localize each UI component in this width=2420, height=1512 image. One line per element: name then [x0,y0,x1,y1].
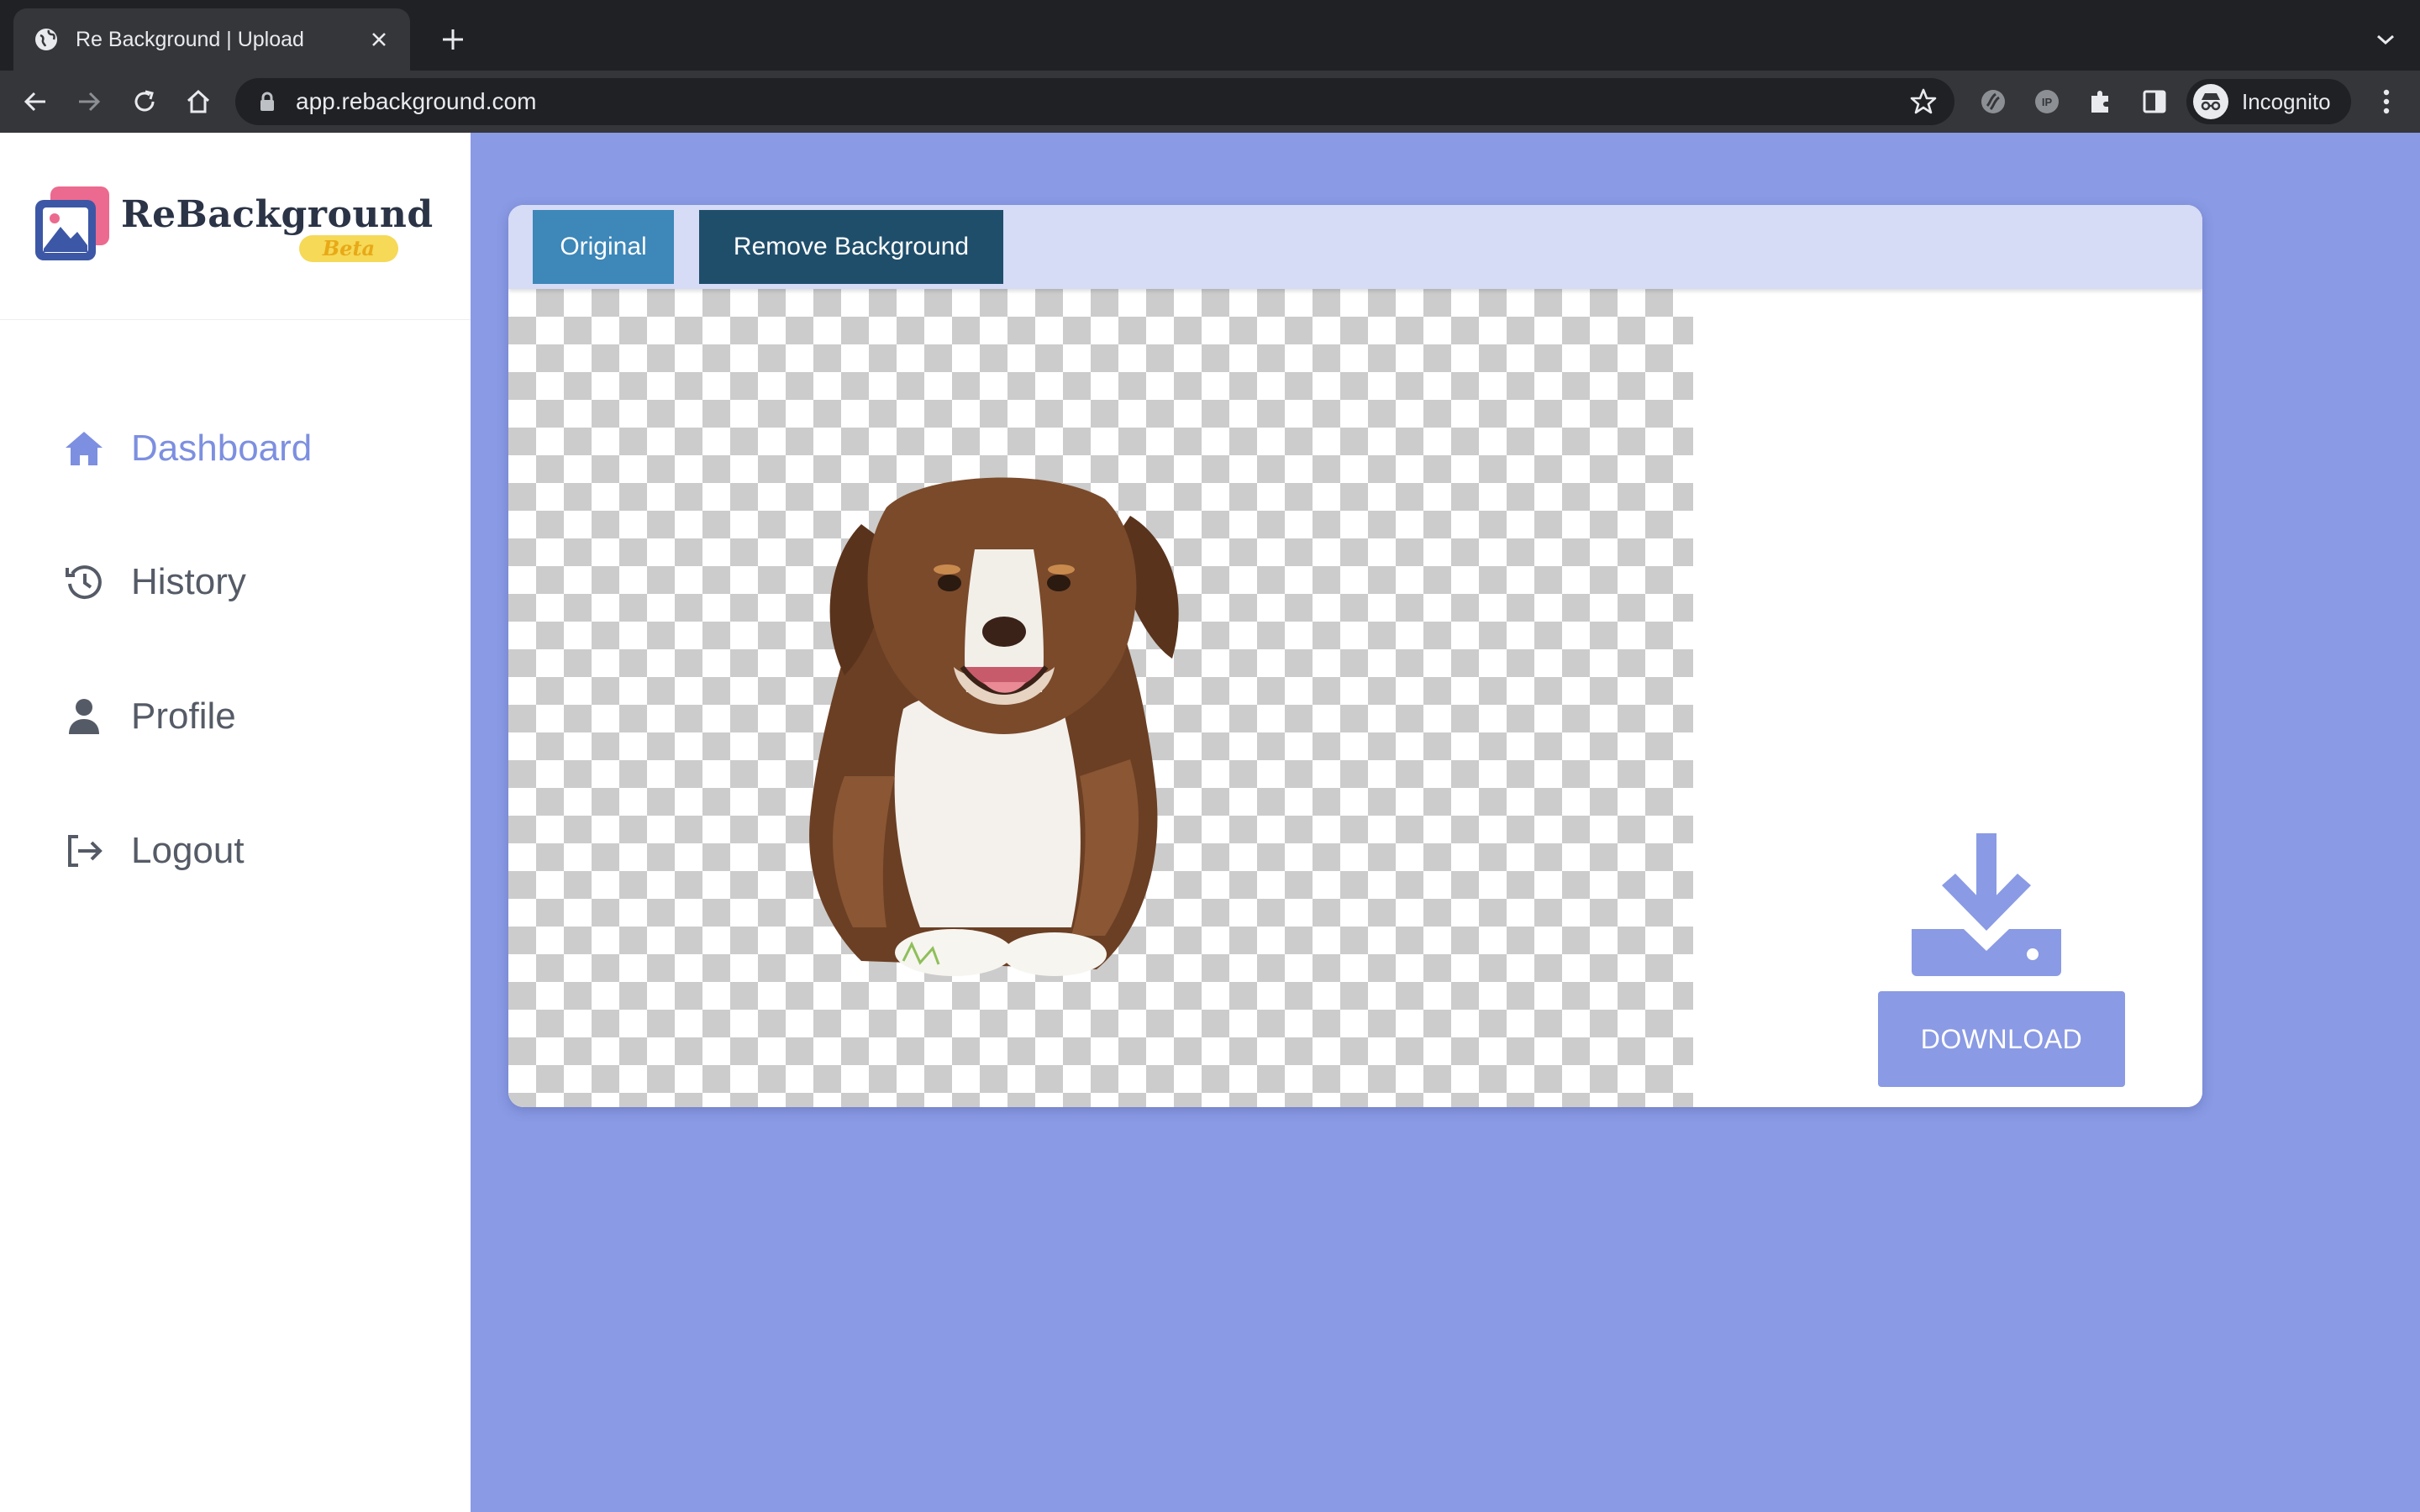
download-tray-icon [1912,833,2061,976]
home-button-icon[interactable] [180,83,217,120]
side-panel-icon[interactable] [2138,85,2171,118]
url-text: app.rebackground.com [296,88,537,114]
more-menu-icon[interactable] [2368,83,2405,120]
beta-badge: Beta [299,235,398,262]
browser-tab[interactable]: Re Background | Upload [13,8,410,71]
sidebar-item-dashboard[interactable]: Dashboard [64,423,312,474]
sidebar-item-label: Profile [131,696,236,737]
back-arrow-icon[interactable] [17,83,54,120]
view-tab-bar: Original Remove Background [508,205,2202,289]
person-icon [64,696,104,737]
address-bar[interactable]: app.rebackground.com [235,78,1954,125]
browser-toolbar: app.rebackground.com IP Incognito [0,71,2420,133]
app-logo[interactable]: ReBackground Beta [32,183,433,267]
incognito-profile-button[interactable]: Incognito [2186,79,2351,124]
history-icon [64,562,104,602]
logo-wordmark: ReBackground [121,193,434,236]
browser-tab-strip: Re Background | Upload [0,0,2420,71]
editor-card: Original Remove Background DOWNLOAD [508,205,2202,1107]
sidebar-item-logout[interactable]: Logout [64,826,245,876]
sidebar-item-history[interactable]: History [64,557,246,607]
sidebar-item-label: Logout [131,830,245,871]
tab-original[interactable]: Original [533,210,674,284]
sidebar-item-label: History [131,561,246,602]
logo-image-icon [35,186,109,260]
home-icon [64,428,104,469]
extensions-puzzle-icon[interactable] [2084,85,2118,118]
incognito-icon [2193,84,2228,119]
close-tab-icon[interactable] [365,25,393,54]
svg-text:IP: IP [2042,96,2053,108]
sidebar: ReBackground Beta Dashboard History Prof… [0,133,471,1512]
sidebar-divider [0,319,471,320]
logout-icon [64,831,104,871]
tab-remove-background[interactable]: Remove Background [699,210,1003,284]
extension-dark-reader-icon[interactable] [1976,85,2010,118]
tab-search-chevron-icon[interactable] [2371,25,2400,54]
globe-icon [34,27,59,52]
new-tab-plus-icon[interactable] [437,24,469,55]
dog-cutout-image [809,477,1179,976]
incognito-label: Incognito [2242,88,2331,114]
tab-title: Re Background | Upload [76,27,304,51]
reload-icon[interactable] [126,83,163,120]
forward-arrow-icon[interactable] [71,83,108,120]
image-preview-transparent [508,289,1693,1107]
lock-icon [259,91,277,113]
extension-ip-icon[interactable]: IP [2030,85,2064,118]
bookmark-star-icon[interactable] [1909,87,1938,116]
download-button[interactable]: DOWNLOAD [1878,991,2125,1087]
sidebar-item-label: Dashboard [131,428,313,469]
sidebar-item-profile[interactable]: Profile [64,691,236,742]
download-panel: DOWNLOAD [1693,289,2202,1107]
